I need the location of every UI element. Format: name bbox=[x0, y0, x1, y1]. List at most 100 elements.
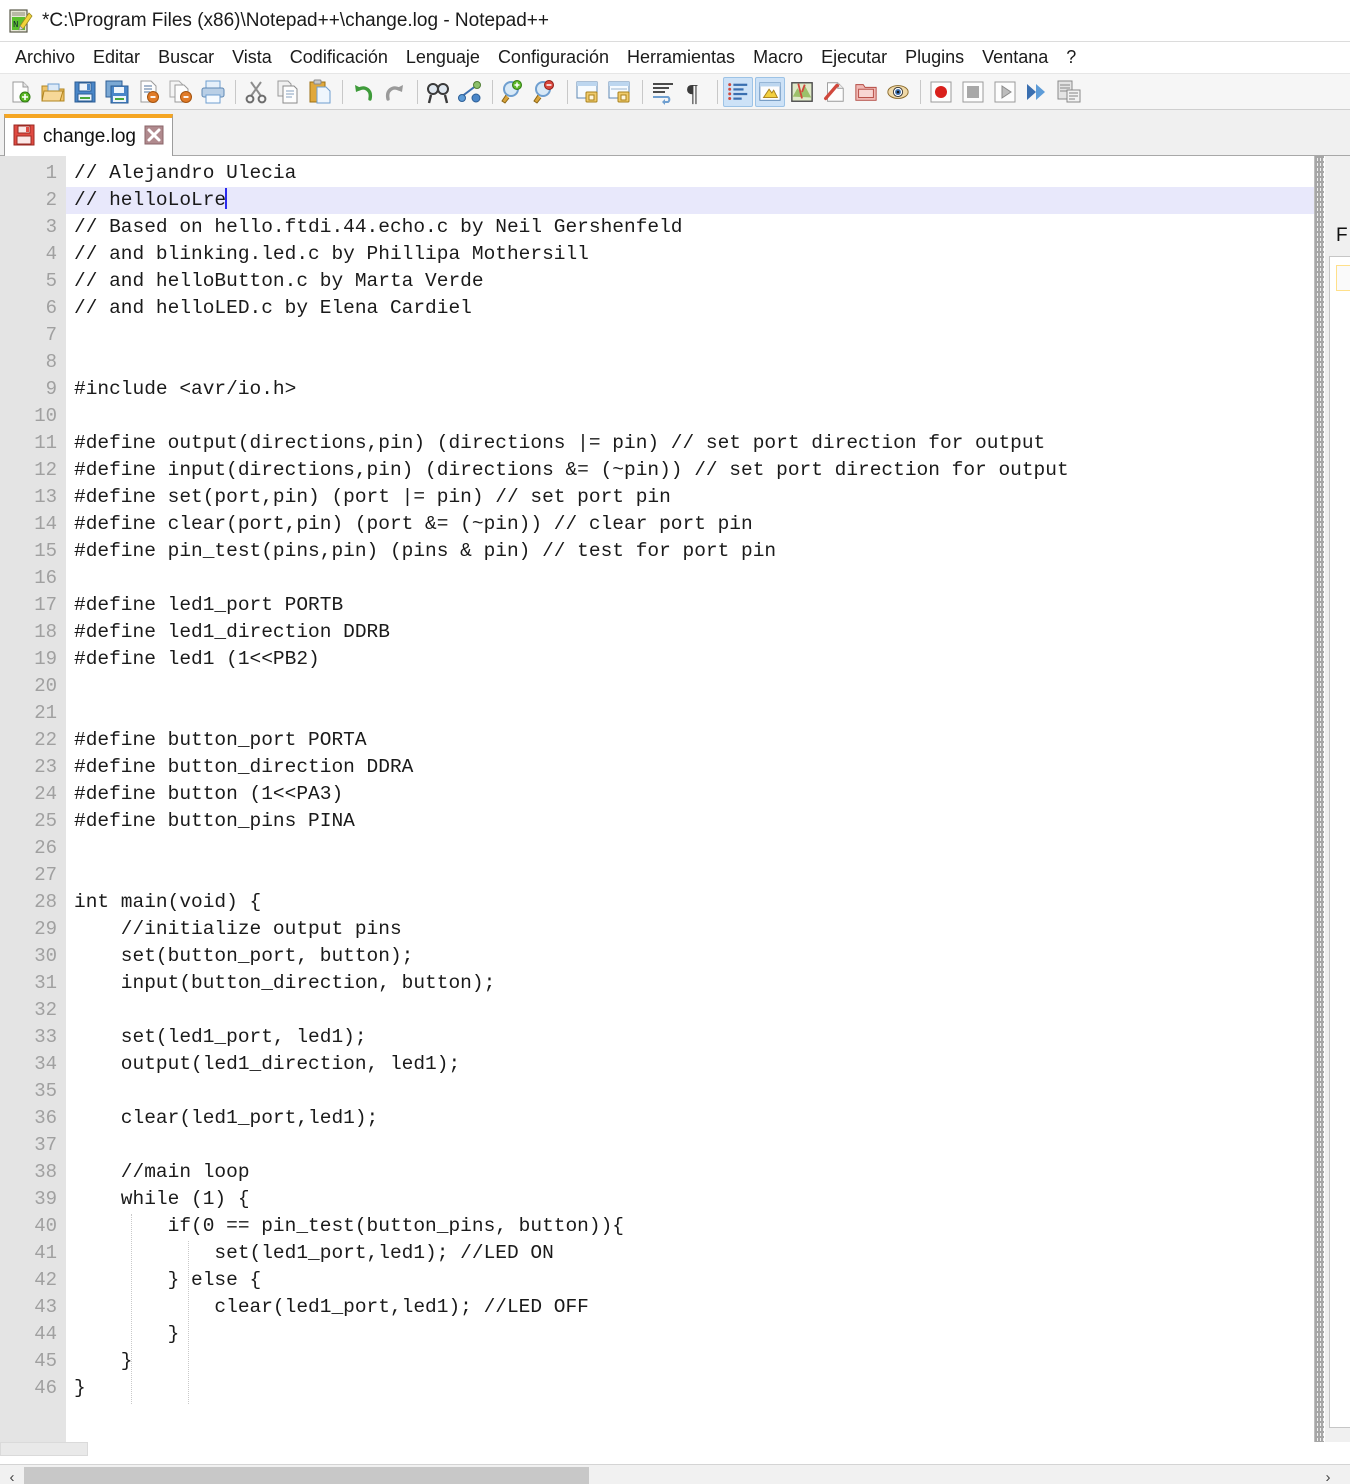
run-macro-multiple-times-icon[interactable] bbox=[1022, 77, 1052, 107]
line-number: 36 bbox=[34, 1107, 57, 1129]
horizontal-scrollbar[interactable]: ‹ › bbox=[0, 1464, 1350, 1484]
text-caret bbox=[225, 188, 228, 209]
redo-icon[interactable] bbox=[380, 77, 410, 107]
horizontal-scrollbar-track[interactable] bbox=[24, 1466, 1316, 1484]
line-number: 10 bbox=[34, 405, 57, 427]
vertical-scrollbar-thumb[interactable] bbox=[0, 1442, 88, 1456]
show-all-characters-icon[interactable]: ¶ bbox=[680, 77, 710, 107]
code-line: #define pin_test(pins,pin) (pins & pin) … bbox=[74, 540, 777, 562]
code-line: set(led1_port, led1); bbox=[74, 1026, 367, 1048]
line-number: 41 bbox=[34, 1242, 57, 1264]
code-line: //initialize output pins bbox=[74, 918, 402, 940]
code-view[interactable]: 1 2 3 4 5 6 7 8 9 10 11 12 13 14 15 16 1… bbox=[0, 156, 1315, 1442]
code-line: if(0 == pin_test(button_pins, button)){ bbox=[74, 1215, 624, 1237]
line-number: 25 bbox=[34, 810, 57, 832]
menu-item-configuracion[interactable]: Configuración bbox=[489, 45, 618, 70]
record-macro-icon[interactable] bbox=[926, 77, 956, 107]
menu-item-lenguaje[interactable]: Lenguaje bbox=[397, 45, 489, 70]
save-red-icon bbox=[13, 124, 35, 151]
paste-icon[interactable] bbox=[305, 77, 335, 107]
code-line: clear(led1_port,led1); //LED OFF bbox=[74, 1296, 589, 1318]
code-text[interactable]: // Alejandro Ulecia // helloLoLre // Bas… bbox=[66, 156, 1314, 1442]
horizontal-scrollbar-thumb[interactable] bbox=[24, 1466, 589, 1484]
function-list-body[interactable]: F bbox=[1329, 225, 1350, 1428]
menu-item-ventana[interactable]: Ventana bbox=[973, 45, 1057, 70]
code-line: set(led1_port,led1); //LED ON bbox=[74, 1242, 554, 1264]
menu-item-buscar[interactable]: Buscar bbox=[149, 45, 223, 70]
document-switcher-icon[interactable] bbox=[883, 77, 913, 107]
code-line: #define button_port PORTA bbox=[74, 729, 367, 751]
line-number: 20 bbox=[34, 675, 57, 697]
line-number: 35 bbox=[34, 1080, 57, 1102]
code-line: // Based on hello.ftdi.44.echo.c by Neil… bbox=[74, 216, 683, 238]
scroll-left-arrow[interactable]: ‹ bbox=[0, 1466, 24, 1484]
line-number: 23 bbox=[34, 756, 57, 778]
line-number: 4 bbox=[45, 243, 57, 265]
function-list-panel[interactable]: F bbox=[1324, 156, 1350, 1442]
cut-icon[interactable] bbox=[241, 77, 271, 107]
menu-item-herramientas[interactable]: Herramientas bbox=[618, 45, 744, 70]
toolbar-separator bbox=[342, 79, 343, 104]
print-icon[interactable] bbox=[198, 77, 228, 107]
menu-item-ejecutar[interactable]: Ejecutar bbox=[812, 45, 896, 70]
close-icon[interactable] bbox=[144, 125, 164, 150]
undo-icon[interactable] bbox=[348, 77, 378, 107]
line-number: 37 bbox=[34, 1134, 57, 1156]
line-number: 18 bbox=[34, 621, 57, 643]
menu-item-codificacion[interactable]: Codificación bbox=[281, 45, 397, 70]
code-line: //main loop bbox=[74, 1161, 250, 1183]
code-line: // Alejandro Ulecia bbox=[74, 162, 297, 184]
folder-as-workspace-icon[interactable] bbox=[851, 77, 881, 107]
copy-icon[interactable] bbox=[273, 77, 303, 107]
sync-horizontal-scroll-icon[interactable] bbox=[605, 77, 635, 107]
sync-vertical-scroll-icon[interactable] bbox=[573, 77, 603, 107]
tab-label: change.log bbox=[43, 126, 136, 147]
save-all-icon[interactable] bbox=[102, 77, 132, 107]
scroll-right-arrow[interactable]: › bbox=[1316, 1466, 1340, 1484]
scrollbar-corner bbox=[1340, 1465, 1350, 1484]
close-file-icon[interactable] bbox=[134, 77, 164, 107]
close-all-icon[interactable] bbox=[166, 77, 196, 107]
line-number: 16 bbox=[34, 567, 57, 589]
tab-bar: change.log bbox=[0, 110, 1350, 156]
function-list-search-input[interactable] bbox=[1336, 265, 1350, 291]
line-number: 14 bbox=[34, 513, 57, 535]
line-number: 28 bbox=[34, 891, 57, 913]
line-number: 2 bbox=[45, 189, 57, 211]
zoom-out-icon[interactable] bbox=[530, 77, 560, 107]
menu-item-editar[interactable]: Editar bbox=[84, 45, 149, 70]
line-number: 46 bbox=[34, 1377, 57, 1399]
save-icon[interactable] bbox=[70, 77, 100, 107]
new-file-icon[interactable] bbox=[6, 77, 36, 107]
line-number: 3 bbox=[45, 216, 57, 238]
tab-change-log[interactable]: change.log bbox=[4, 114, 173, 156]
line-number: 40 bbox=[34, 1215, 57, 1237]
word-wrap-icon[interactable] bbox=[648, 77, 678, 107]
show-document-map-icon[interactable] bbox=[787, 77, 817, 107]
save-current-macro-icon[interactable] bbox=[1054, 77, 1084, 107]
show-indent-guide-icon[interactable] bbox=[723, 76, 753, 107]
menu-item-plugins[interactable]: Plugins bbox=[896, 45, 973, 70]
open-file-icon[interactable] bbox=[38, 77, 68, 107]
menu-item-archivo[interactable]: Archivo bbox=[6, 45, 84, 70]
menu-item-help[interactable]: ? bbox=[1057, 45, 1085, 70]
stop-recording-icon[interactable] bbox=[958, 77, 988, 107]
playback-macro-icon[interactable] bbox=[990, 77, 1020, 107]
zoom-in-icon[interactable] bbox=[498, 77, 528, 107]
panel-splitter[interactable] bbox=[1315, 156, 1324, 1442]
code-line: } else { bbox=[74, 1269, 262, 1291]
find-icon[interactable] bbox=[423, 77, 453, 107]
menu-item-vista[interactable]: Vista bbox=[223, 45, 281, 70]
line-number: 30 bbox=[34, 945, 57, 967]
function-list-icon[interactable] bbox=[819, 77, 849, 107]
line-number: 13 bbox=[34, 486, 57, 508]
user-defined-language-icon[interactable] bbox=[755, 76, 785, 107]
code-line-text: // helloLoLre bbox=[74, 189, 227, 211]
code-line: #define output(directions,pin) (directio… bbox=[74, 432, 1046, 454]
replace-icon[interactable] bbox=[455, 77, 485, 107]
menu-item-macro[interactable]: Macro bbox=[744, 45, 812, 70]
